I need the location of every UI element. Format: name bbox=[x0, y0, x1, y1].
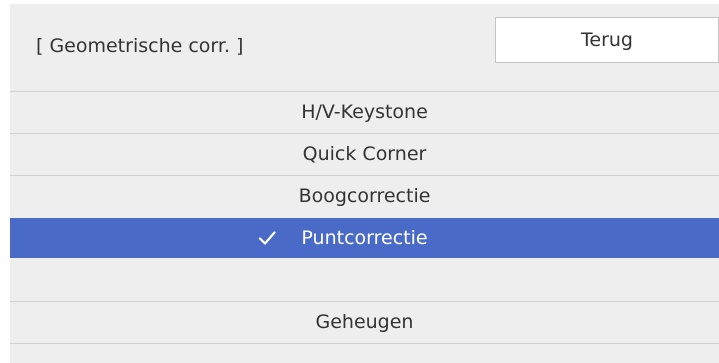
menu-header: [ Geometrische corr. ] Terug bbox=[10, 4, 719, 88]
divider bbox=[10, 343, 719, 344]
menu-item-quick-corner[interactable]: Quick Corner bbox=[10, 134, 719, 174]
checkmark-icon bbox=[258, 231, 276, 245]
geometry-correction-menu: [ Geometrische corr. ] Terug H/V-Keyston… bbox=[10, 4, 719, 363]
back-button[interactable]: Terug bbox=[495, 17, 719, 63]
menu-item-arc-correction[interactable]: Boogcorrectie bbox=[10, 176, 719, 216]
menu-item-label: Puntcorrectie bbox=[301, 227, 428, 249]
menu-item-point-correction[interactable]: Puntcorrectie bbox=[10, 218, 719, 258]
menu-title: [ Geometrische corr. ] bbox=[36, 35, 244, 57]
menu-item-memory[interactable]: Geheugen bbox=[10, 302, 719, 342]
menu-item-hv-keystone[interactable]: H/V-Keystone bbox=[10, 92, 719, 132]
